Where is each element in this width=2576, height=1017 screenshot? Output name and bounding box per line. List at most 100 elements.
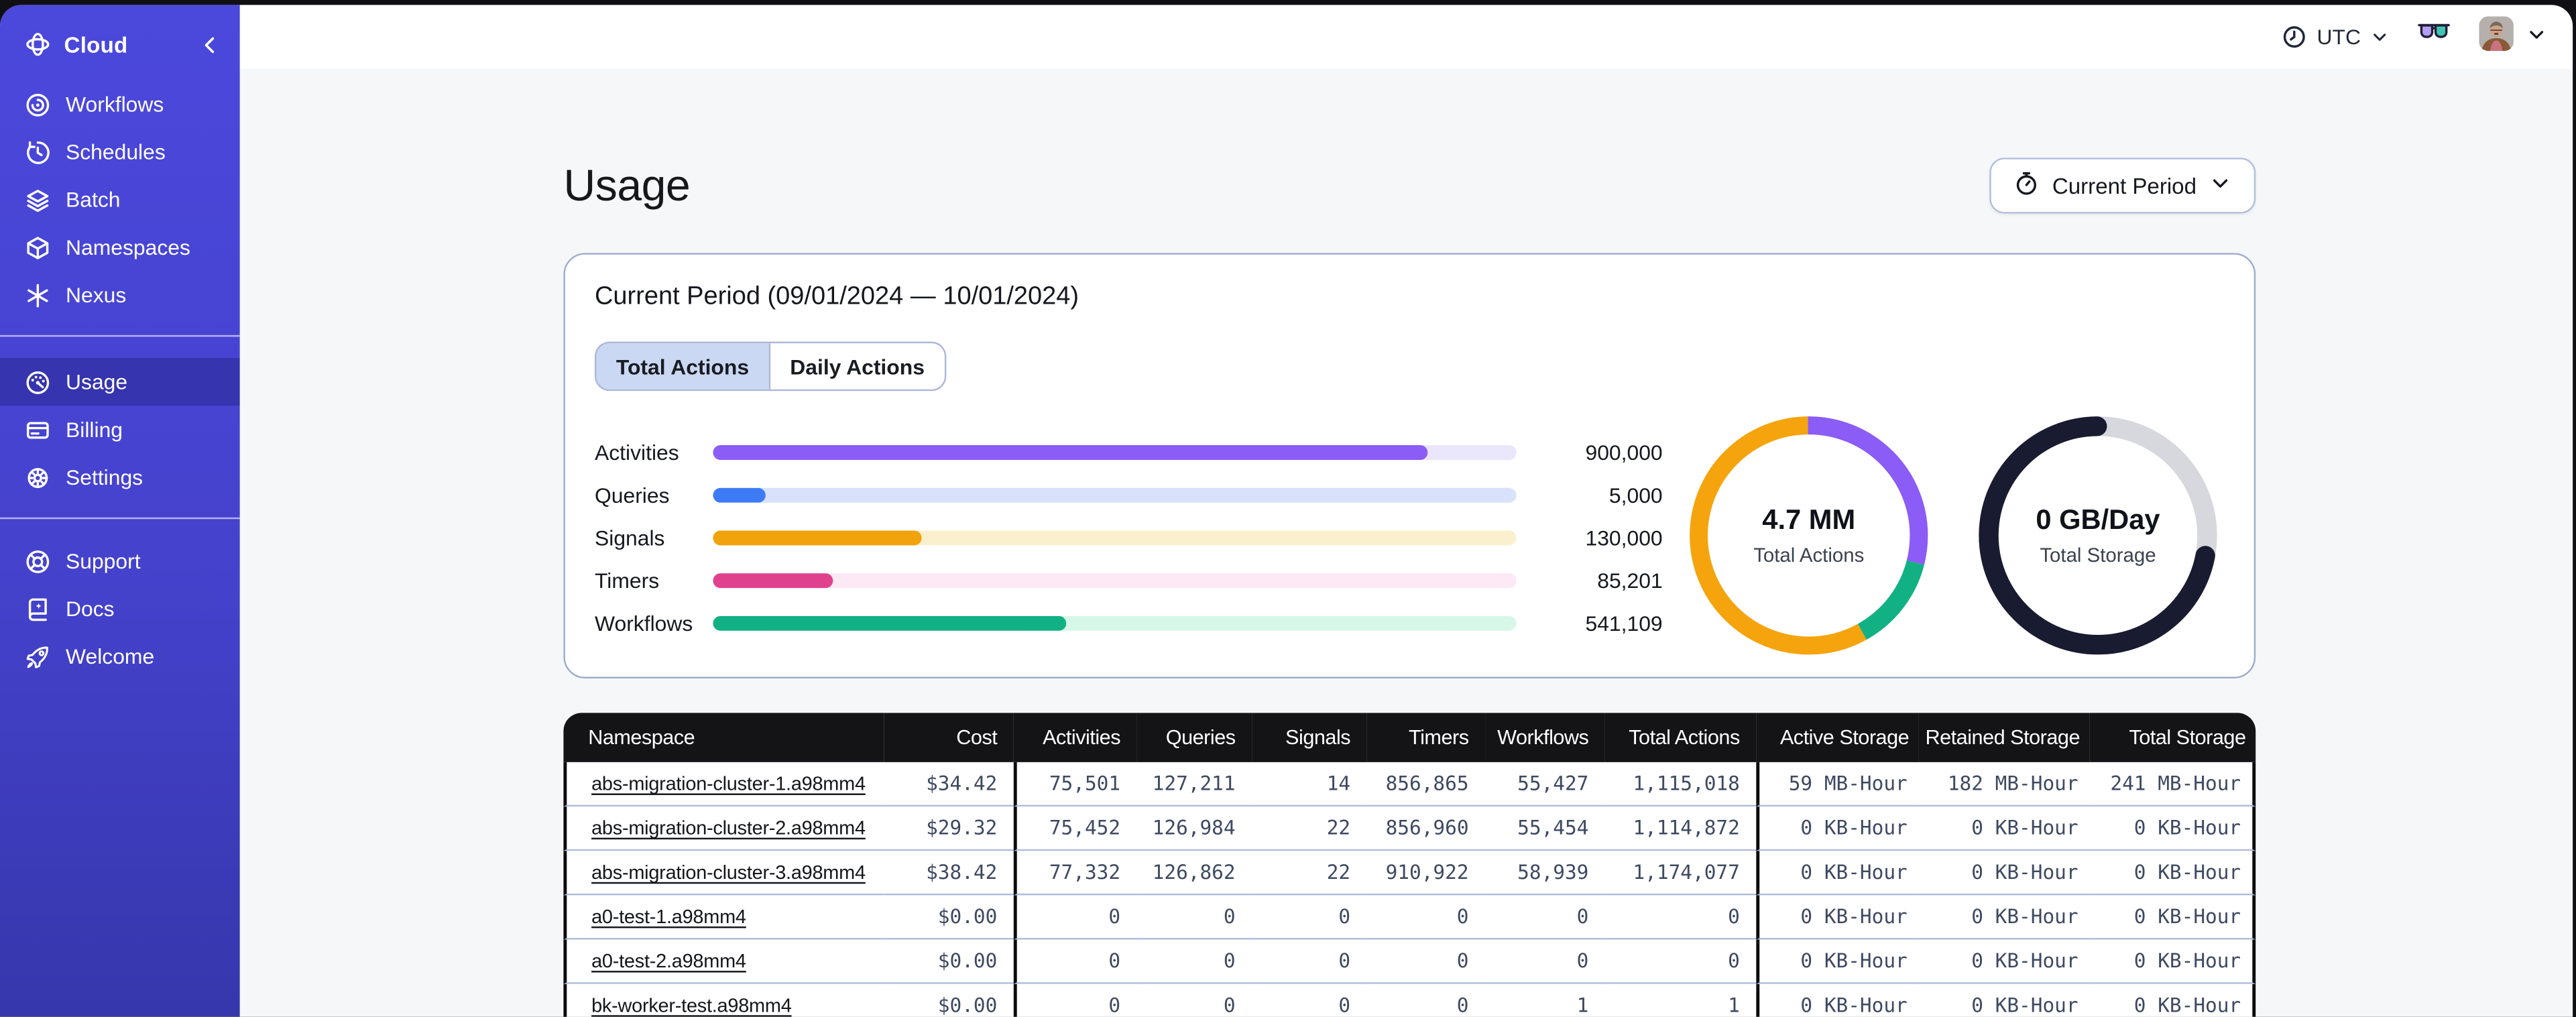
tab-total-actions[interactable]: Total Actions [596, 343, 769, 390]
column-header: Active Storage [1756, 713, 1919, 762]
value-cell: 1,174,077 [1604, 851, 1757, 896]
namespace-link[interactable]: a0-test-2.a98mm4 [591, 949, 746, 972]
bar-fill [713, 487, 766, 502]
namespace-link[interactable]: abs-migration-cluster-2.a98mm4 [591, 817, 866, 839]
bar-track [713, 615, 1517, 630]
sidebar-brand: Cloud [0, 5, 240, 80]
timezone-label: UTC [2317, 24, 2361, 50]
namespace-cell: abs-migration-cluster-2.a98mm4 [563, 806, 884, 851]
sidebar-item-label: Nexus [66, 282, 127, 308]
column-header: Total Actions [1604, 713, 1757, 762]
sidebar-item-batch[interactable]: Batch [0, 176, 240, 223]
user-menu[interactable] [2479, 15, 2546, 58]
table-row: a0-test-2.a98mm4 $0.00 0 0 0 0 0 0 0 KB-Hour 0 KB… [563, 939, 2256, 984]
value-cell: 0 KB-Hour [1756, 806, 1919, 851]
bar-row: Timers 85,201 [595, 563, 1663, 596]
sidebar-item-label: Schedules [66, 139, 166, 165]
value-cell: 126,984 [1136, 806, 1252, 851]
namespace-link[interactable]: abs-migration-cluster-3.a98mm4 [591, 861, 866, 884]
value-cell: 127,211 [1136, 762, 1252, 807]
actions-tabs: Total Actions Daily Actions [594, 341, 946, 392]
column-header: Timers [1366, 713, 1486, 762]
sidebar-item-namespaces[interactable]: Namespaces [0, 223, 240, 271]
value-cell: 0 KB-Hour [1756, 895, 1919, 940]
table-row: a0-test-1.a98mm4 $0.00 0 0 0 0 0 0 0 KB-Hour 0 KB… [563, 895, 2256, 940]
value-cell: 1 [1485, 983, 1605, 1017]
namespace-link[interactable]: bk-worker-test.a98mm4 [591, 994, 792, 1016]
sidebar-item-billing[interactable]: Billing [0, 406, 240, 453]
value-cell: 241 MB-Hour [2089, 762, 2256, 807]
sidebar-item-settings[interactable]: Settings [0, 453, 240, 501]
column-header: Workflows [1485, 713, 1605, 762]
column-header: Signals [1252, 713, 1367, 762]
total-storage-caption: Total Storage [2040, 544, 2156, 567]
sidebar-item-usage[interactable]: Usage [0, 358, 240, 406]
period-button-label: Current Period [2052, 173, 2197, 198]
value-cell: 0 KB-Hour [1918, 895, 2090, 940]
sidebar-item-nexus[interactable]: Nexus [0, 271, 240, 318]
sidebar-item-support[interactable]: Support [0, 537, 240, 585]
value-cell: 0 KB-Hour [1918, 939, 2090, 984]
column-header: Activities [1013, 713, 1137, 762]
app: Cloud Workflows Schedules Batch Namespac… [0, 0, 2576, 1017]
namespace-link[interactable]: a0-test-1.a98mm4 [591, 905, 746, 928]
period-select-button[interactable]: Current Period [1989, 158, 2256, 214]
value-cell: 0 [1013, 939, 1137, 984]
temporal-logo-icon [25, 32, 51, 58]
sidebar-item-welcome[interactable]: Welcome [0, 632, 240, 680]
total-actions-value: 4.7 MM [1762, 504, 1856, 536]
value-cell: 0 [1252, 983, 1367, 1017]
sidebar-item-schedules[interactable]: Schedules [0, 128, 240, 176]
sidebar-item-label: Support [66, 548, 141, 574]
timezone-select[interactable]: UTC [2282, 25, 2389, 50]
nexus-icon [25, 282, 51, 308]
sidebar-collapse-button[interactable] [198, 34, 220, 55]
tab-daily-actions[interactable]: Daily Actions [768, 343, 945, 390]
value-cell: 0 KB-Hour [1756, 939, 1919, 984]
sidebar-item-label: Batch [66, 187, 121, 213]
batch-icon [25, 186, 51, 213]
sidebar-item-docs[interactable]: Docs [0, 585, 240, 632]
bar-fill [713, 444, 1428, 459]
chevron-down-icon [2526, 22, 2546, 52]
value-cell: 58,939 [1485, 851, 1605, 896]
sidebar-item-label: Namespaces [66, 235, 190, 260]
page-header: Usage Current Period [563, 154, 2256, 217]
sidebar-divider [0, 335, 240, 337]
value-cell: 0 [1136, 939, 1252, 984]
value-cell: 856,865 [1366, 762, 1486, 807]
sidebar-item-label: Usage [66, 369, 128, 395]
column-header: Total Storage [2089, 713, 2256, 762]
welcome-rocket-icon [25, 643, 51, 669]
total-actions-caption: Total Actions [1753, 544, 1865, 567]
bar-value: 900,000 [1585, 439, 1663, 465]
total-actions-donut: 4.7 MM Total Actions [1687, 414, 1930, 657]
table-row: abs-migration-cluster-3.a98mm4 $38.42 77,3… [563, 851, 2256, 896]
bar-label: Workflows [594, 610, 693, 636]
value-cell: 1,115,018 [1604, 762, 1757, 807]
namespace-cell: a0-test-1.a98mm4 [563, 895, 884, 940]
value-cell: 0 [1366, 939, 1486, 984]
sidebar-item-label: Workflows [66, 92, 164, 117]
page-title: Usage [563, 160, 691, 210]
sidebar-item-workflows[interactable]: Workflows [0, 80, 240, 128]
table-header-row: Namespace Cost Activities Queries Signals Tim… [563, 713, 2256, 762]
bar-row: Queries 5,000 [595, 478, 1663, 511]
bar-row: Signals 130,000 [595, 521, 1663, 554]
bar-fill [713, 530, 922, 545]
column-header: Cost [884, 713, 1014, 762]
namespace-link[interactable]: abs-migration-cluster-1.a98mm4 [591, 772, 866, 795]
value-cell: 0 KB-Hour [2089, 983, 2256, 1017]
value-cell: 0 KB-Hour [2089, 806, 2256, 851]
bar-fill [713, 615, 1067, 630]
value-cell: 55,454 [1485, 806, 1605, 851]
actions-bar-chart: Activities 900,000 Queries 5,000 Signals 130,… [595, 435, 1663, 649]
bar-track [713, 572, 1517, 587]
reader-glasses-button[interactable] [2416, 22, 2451, 52]
value-cell: 0 [1366, 895, 1486, 940]
value-cell: 0 [1252, 939, 1367, 984]
value-cell: $34.42 [884, 762, 1014, 807]
sidebar: Cloud Workflows Schedules Batch Namespac… [0, 5, 240, 1017]
bar-value: 5,000 [1608, 482, 1663, 507]
table-row: bk-worker-test.a98mm4 $0.00 0 0 0 0 1 1 0 KB-Hou… [563, 983, 2256, 1017]
